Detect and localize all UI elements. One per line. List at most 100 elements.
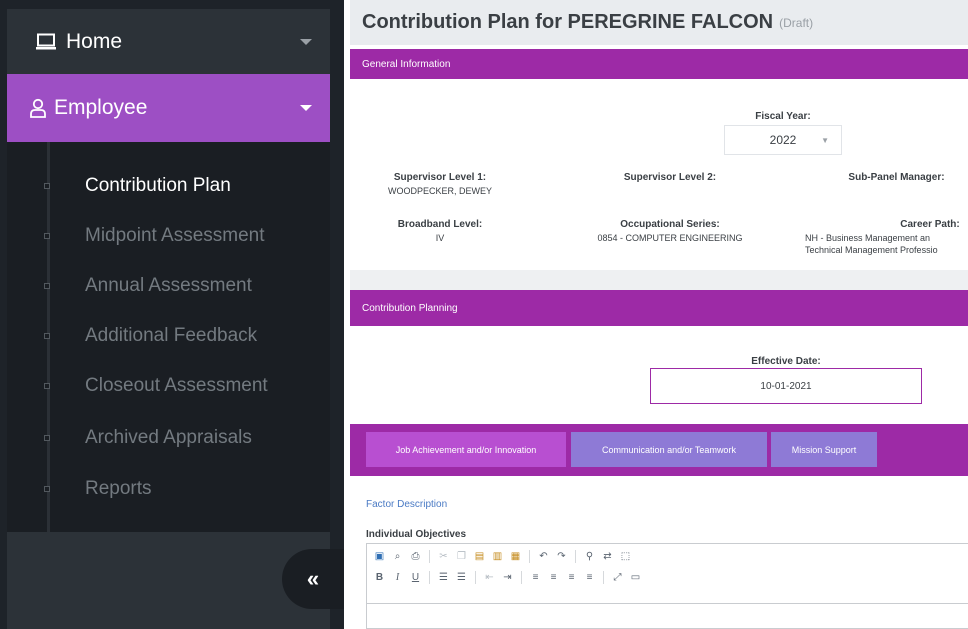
- general-info-header: General Information: [350, 49, 968, 79]
- bullet-icon: [44, 233, 50, 239]
- occupational-series-label: Occupational Series:: [620, 219, 720, 230]
- career-path-value-2: Technical Management Professio: [805, 245, 938, 255]
- outdent-icon[interactable]: ⇤: [483, 571, 496, 584]
- toolbar-separator: [529, 550, 530, 563]
- main-content: Contribution Plan for PEREGRINE FALCON (…: [350, 0, 968, 629]
- replace-icon[interactable]: ⇄: [601, 550, 614, 563]
- broadband-level-label: Broadband Level:: [397, 219, 483, 230]
- nav-home-label: Home: [66, 29, 123, 53]
- redo-icon[interactable]: ↷: [555, 550, 568, 563]
- align-center-icon[interactable]: ≡: [547, 571, 560, 584]
- fiscal-year-value: 2022: [769, 133, 797, 147]
- effective-date-value: 10-01-2021: [760, 380, 812, 392]
- sidebar-item-label: Additional Feedback: [85, 325, 258, 346]
- show-blocks-icon[interactable]: ▭: [629, 571, 642, 584]
- bullet-icon: [44, 486, 50, 492]
- nav-home[interactable]: Home: [7, 9, 330, 74]
- career-path-value-1: NH - Business Management an: [805, 233, 931, 243]
- sidebar-item-midpoint-assessment[interactable]: Midpoint Assessment: [7, 216, 330, 256]
- sidebar-item-archived-appraisals[interactable]: Archived Appraisals: [7, 418, 330, 458]
- career-path-label: Career Path:: [900, 219, 960, 230]
- supervisor-1-value: WOODPECKER, DEWEY: [387, 186, 492, 196]
- objectives-editor[interactable]: ▣ ⌕ ⎙ ✂ ❐ ▤ ▥ ▦ ↶ ↷ ⚲ ⇄ ⬚ B I U ☰ ☰ ⇤ ⇥ …: [366, 543, 968, 629]
- page-title: Contribution Plan for PEREGRINE FALCON: [362, 11, 774, 33]
- effective-date-label: Effective Date:: [751, 356, 821, 367]
- bulleted-list-icon[interactable]: ☰: [455, 571, 468, 584]
- collapse-sidebar-button[interactable]: «: [282, 549, 344, 609]
- preview-icon[interactable]: ⌕: [391, 550, 404, 563]
- toolbar-separator: [575, 550, 576, 563]
- sidebar-item-label: Closeout Assessment: [85, 375, 268, 396]
- user-icon: [30, 98, 46, 118]
- toolbar-row-1: ▣ ⌕ ⎙ ✂ ❐ ▤ ▥ ▦ ↶ ↷ ⚲ ⇄ ⬚: [373, 550, 632, 563]
- align-left-icon[interactable]: ≡: [529, 571, 542, 584]
- paste-word-icon[interactable]: ▦: [509, 550, 522, 563]
- toolbar-separator: [429, 571, 430, 584]
- toolbar-separator: [475, 571, 476, 584]
- align-right-icon[interactable]: ≡: [565, 571, 578, 584]
- sidebar-item-annual-assessment[interactable]: Annual Assessment: [7, 266, 330, 306]
- sidebar-item-label: Contribution Plan: [85, 175, 231, 196]
- cut-icon[interactable]: ✂: [437, 550, 450, 563]
- fiscal-year-label: Fiscal Year:: [755, 111, 811, 122]
- indent-icon[interactable]: ⇥: [501, 571, 514, 584]
- status-badge: (Draft): [779, 15, 814, 30]
- chevron-down-icon[interactable]: [300, 38, 312, 45]
- sidebar-item-label: Archived Appraisals: [85, 427, 252, 448]
- sidebar: Home Employee Contribution Plan Midpoint…: [0, 0, 344, 629]
- tab-communication-teamwork[interactable]: Communication and/or Teamwork: [571, 432, 767, 467]
- individual-objectives-label: Individual Objectives: [366, 529, 467, 540]
- sidebar-item-label: Midpoint Assessment: [85, 225, 265, 246]
- find-icon[interactable]: ⚲: [583, 550, 596, 563]
- save-icon[interactable]: ▣: [373, 550, 386, 563]
- copy-icon[interactable]: ❐: [455, 550, 468, 563]
- occupational-series-value: 0854 - COMPUTER ENGINEERING: [597, 233, 743, 243]
- supervisor-1-label: Supervisor Level 1:: [393, 172, 487, 183]
- employee-submenu: Contribution Plan Midpoint Assessment An…: [7, 142, 330, 532]
- print-icon[interactable]: ⎙: [409, 550, 422, 563]
- sidebar-item-closeout-assessment[interactable]: Closeout Assessment: [7, 366, 330, 406]
- section-divider: [350, 270, 968, 290]
- maximize-icon[interactable]: ⤢: [611, 571, 624, 584]
- tab-mission-support[interactable]: Mission Support: [771, 432, 877, 467]
- justify-icon[interactable]: ≡: [583, 571, 596, 584]
- bold-icon[interactable]: B: [373, 571, 386, 584]
- undo-icon[interactable]: ↶: [537, 550, 550, 563]
- broadband-level-value: IV: [435, 233, 445, 243]
- underline-icon[interactable]: U: [409, 571, 422, 584]
- sidebar-item-reports[interactable]: Reports: [7, 469, 330, 509]
- numbered-list-icon[interactable]: ☰: [437, 571, 450, 584]
- factor-description-link[interactable]: Factor Description: [366, 499, 447, 510]
- laptop-icon: [36, 33, 56, 49]
- chevron-down-icon: ▼: [821, 135, 829, 145]
- bullet-icon: [44, 333, 50, 339]
- toolbar-separator: [429, 550, 430, 563]
- contribution-planning-header: Contribution Planning: [350, 290, 968, 326]
- bullet-icon: [44, 183, 50, 189]
- page-header: Contribution Plan for PEREGRINE FALCON (…: [350, 0, 968, 45]
- app-root: Home Employee Contribution Plan Midpoint…: [0, 0, 968, 629]
- sidebar-item-label: Reports: [85, 478, 152, 499]
- fiscal-year-select[interactable]: 2022 ▼: [724, 125, 842, 155]
- toolbar-separator: [521, 571, 522, 584]
- nav-employee[interactable]: Employee: [7, 74, 330, 142]
- sidebar-item-contribution-plan[interactable]: Contribution Plan: [7, 166, 330, 206]
- tab-job-achievement[interactable]: Job Achievement and/or Innovation: [366, 432, 566, 467]
- bullet-icon: [44, 383, 50, 389]
- nav-employee-label: Employee: [54, 96, 148, 119]
- editor-toolbar: ▣ ⌕ ⎙ ✂ ❐ ▤ ▥ ▦ ↶ ↷ ⚲ ⇄ ⬚ B I U ☰ ☰ ⇤ ⇥ …: [367, 544, 968, 604]
- effective-date-field[interactable]: 10-01-2021: [650, 368, 922, 404]
- italic-icon[interactable]: I: [391, 571, 404, 584]
- toolbar-row-2: B I U ☰ ☰ ⇤ ⇥ ≡ ≡ ≡ ≡ ⤢ ▭: [373, 571, 642, 584]
- select-all-icon[interactable]: ⬚: [619, 550, 632, 563]
- chevron-down-icon[interactable]: [300, 105, 312, 111]
- sidebar-item-additional-feedback[interactable]: Additional Feedback: [7, 316, 330, 356]
- toolbar-separator: [603, 571, 604, 584]
- paste-icon[interactable]: ▤: [473, 550, 486, 563]
- bullet-icon: [44, 435, 50, 441]
- bullet-icon: [44, 283, 50, 289]
- subpanel-manager-label: Sub-Panel Manager:: [848, 172, 945, 183]
- supervisor-2-label: Supervisor Level 2:: [623, 172, 717, 183]
- paste-text-icon[interactable]: ▥: [491, 550, 504, 563]
- sidebar-item-label: Annual Assessment: [85, 275, 252, 296]
